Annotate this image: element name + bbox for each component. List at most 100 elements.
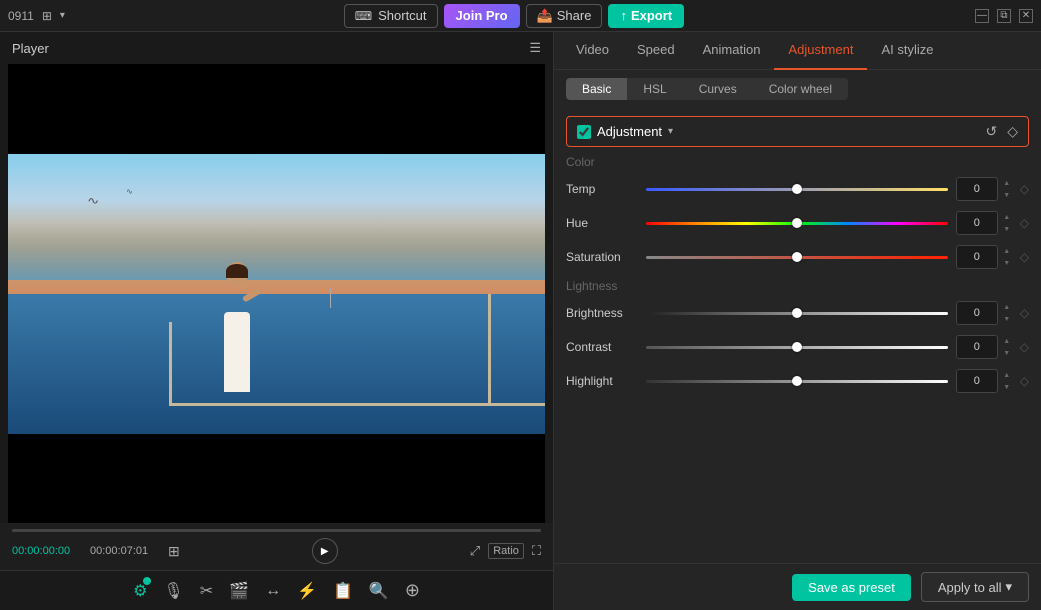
hue-thumb[interactable]: [792, 218, 802, 228]
adjustment-dropdown-icon[interactable]: ▾: [668, 126, 673, 137]
contrast-step-down[interactable]: ▼: [1000, 347, 1014, 359]
adjustment-checkbox[interactable]: [577, 125, 591, 139]
lightness-section-label: Lightness: [566, 279, 1029, 293]
reset-icon[interactable]: ↺: [985, 123, 997, 140]
action-bar: Save as preset Apply to all ▾: [554, 563, 1041, 610]
highlight-slider-container[interactable]: [646, 371, 948, 391]
share-icon: 📤: [537, 8, 553, 24]
adjustment-header-icons: ↺ ◇: [985, 123, 1018, 140]
restore-button[interactable]: ⧉: [997, 9, 1011, 23]
contrast-slider-container[interactable]: [646, 337, 948, 357]
highlight-keyframe-icon[interactable]: ◇: [1020, 374, 1029, 388]
adjustment-title-row: Adjustment ▾: [577, 124, 673, 139]
titlebar-right: — ⧉ ✕: [975, 9, 1033, 23]
brightness-value: 0: [956, 301, 998, 325]
tool-badge: [143, 577, 151, 585]
apply-to-button[interactable]: Apply to all ▾: [921, 572, 1029, 602]
cityscape: [8, 224, 545, 280]
minimize-button[interactable]: —: [975, 9, 989, 23]
timeline-bar[interactable]: [12, 529, 541, 532]
save-preset-button[interactable]: Save as preset: [792, 574, 911, 601]
sub-tab-color-wheel[interactable]: Color wheel: [753, 78, 848, 100]
tab-adjustment[interactable]: Adjustment: [774, 32, 867, 70]
dropdown-icon: ▾: [60, 10, 65, 21]
sub-tab-curves[interactable]: Curves: [683, 78, 753, 100]
shortcut-label: Shortcut: [378, 8, 426, 23]
contrast-track: [646, 346, 948, 349]
video-area: ∿ ∿: [8, 64, 545, 523]
tool-transition[interactable]: ↔: [265, 582, 281, 600]
join-pro-button[interactable]: Join Pro: [444, 4, 520, 28]
brightness-keyframe-icon[interactable]: ◇: [1020, 306, 1029, 320]
tool-split[interactable]: ⚡: [297, 581, 317, 601]
tool-effects[interactable]: 📋: [333, 581, 353, 601]
tool-mic[interactable]: 🎙: [163, 581, 183, 601]
sailboat-mast: [330, 288, 331, 308]
fit-icon[interactable]: ⤢: [470, 543, 480, 559]
brightness-track: [646, 312, 948, 315]
close-button[interactable]: ✕: [1019, 9, 1033, 23]
tab-animation[interactable]: Animation: [689, 32, 775, 70]
temp-keyframe-icon[interactable]: ◇: [1020, 182, 1029, 196]
keyboard-icon: ⌨: [355, 9, 372, 23]
tool-settings[interactable]: ⚙: [133, 581, 147, 601]
saturation-step-up[interactable]: ▲: [1000, 245, 1014, 257]
player-header: Player ☰: [0, 32, 553, 64]
current-time: 00:00:00:00: [12, 545, 82, 557]
highlight-thumb[interactable]: [792, 376, 802, 386]
contrast-label: Contrast: [566, 340, 646, 354]
contrast-keyframe-icon[interactable]: ◇: [1020, 340, 1029, 354]
temp-thumb[interactable]: [792, 184, 802, 194]
adjustment-header-box: Adjustment ▾ ↺ ◇: [566, 116, 1029, 147]
temp-step-up[interactable]: ▲: [1000, 177, 1014, 189]
diamond-icon-header[interactable]: ◇: [1007, 123, 1018, 140]
tool-video-clip[interactable]: 🎬: [229, 581, 249, 601]
brightness-step-up[interactable]: ▲: [1000, 301, 1014, 313]
hue-step-down[interactable]: ▼: [1000, 223, 1014, 235]
brightness-thumb[interactable]: [792, 308, 802, 318]
temp-stepper: ▲ ▼: [1000, 177, 1014, 201]
ratio-label[interactable]: Ratio: [488, 543, 524, 559]
saturation-slider-container[interactable]: [646, 247, 948, 267]
tool-cut[interactable]: ✂: [200, 581, 213, 601]
brightness-step-down[interactable]: ▼: [1000, 313, 1014, 325]
contrast-step-up[interactable]: ▲: [1000, 335, 1014, 347]
titlebar: 0911 ⊞ ▾ ⌨ Shortcut Join Pro 📤 Share ↑ E…: [0, 0, 1041, 32]
saturation-step-down[interactable]: ▼: [1000, 257, 1014, 269]
water: [8, 294, 545, 434]
right-panel: Video Speed Animation Adjustment AI styl…: [553, 32, 1041, 610]
tab-speed[interactable]: Speed: [623, 32, 689, 70]
export-label: Export: [631, 8, 672, 23]
sub-tab-basic[interactable]: Basic: [566, 78, 627, 100]
tab-video[interactable]: Video: [562, 32, 623, 70]
hue-step-up[interactable]: ▲: [1000, 211, 1014, 223]
highlight-step-down[interactable]: ▼: [1000, 381, 1014, 393]
temp-slider-container[interactable]: [646, 179, 948, 199]
fullscreen-icon[interactable]: ⛶: [532, 543, 541, 559]
tool-add[interactable]: ⊕: [405, 580, 420, 601]
brightness-label: Brightness: [566, 306, 646, 320]
share-button[interactable]: 📤 Share: [526, 4, 603, 28]
color-section-label: Color: [566, 155, 1029, 169]
left-panel: Player ☰: [0, 32, 553, 610]
saturation-keyframe-icon[interactable]: ◇: [1020, 250, 1029, 264]
tool-zoom[interactable]: 🔍: [369, 581, 389, 601]
export-button[interactable]: ↑ Export: [608, 4, 684, 28]
sub-tab-hsl[interactable]: HSL: [627, 78, 682, 100]
temp-step-down[interactable]: ▼: [1000, 189, 1014, 201]
hue-slider-container[interactable]: [646, 213, 948, 233]
hamburger-menu[interactable]: ☰: [529, 40, 541, 56]
tab-ai-stylize[interactable]: AI stylize: [867, 32, 947, 70]
highlight-stepper: ▲ ▼: [1000, 369, 1014, 393]
saturation-value: 0: [956, 245, 998, 269]
hue-keyframe-icon[interactable]: ◇: [1020, 216, 1029, 230]
shortcut-button[interactable]: ⌨ Shortcut: [344, 4, 438, 28]
grid-icon[interactable]: ⊞: [168, 543, 180, 560]
play-button[interactable]: ▶: [312, 538, 338, 564]
saturation-thumb[interactable]: [792, 252, 802, 262]
brightness-slider-container[interactable]: [646, 303, 948, 323]
contrast-thumb[interactable]: [792, 342, 802, 352]
bird-2: ∿: [126, 187, 133, 196]
window-icon: ⊞: [42, 9, 52, 23]
highlight-step-up[interactable]: ▲: [1000, 369, 1014, 381]
